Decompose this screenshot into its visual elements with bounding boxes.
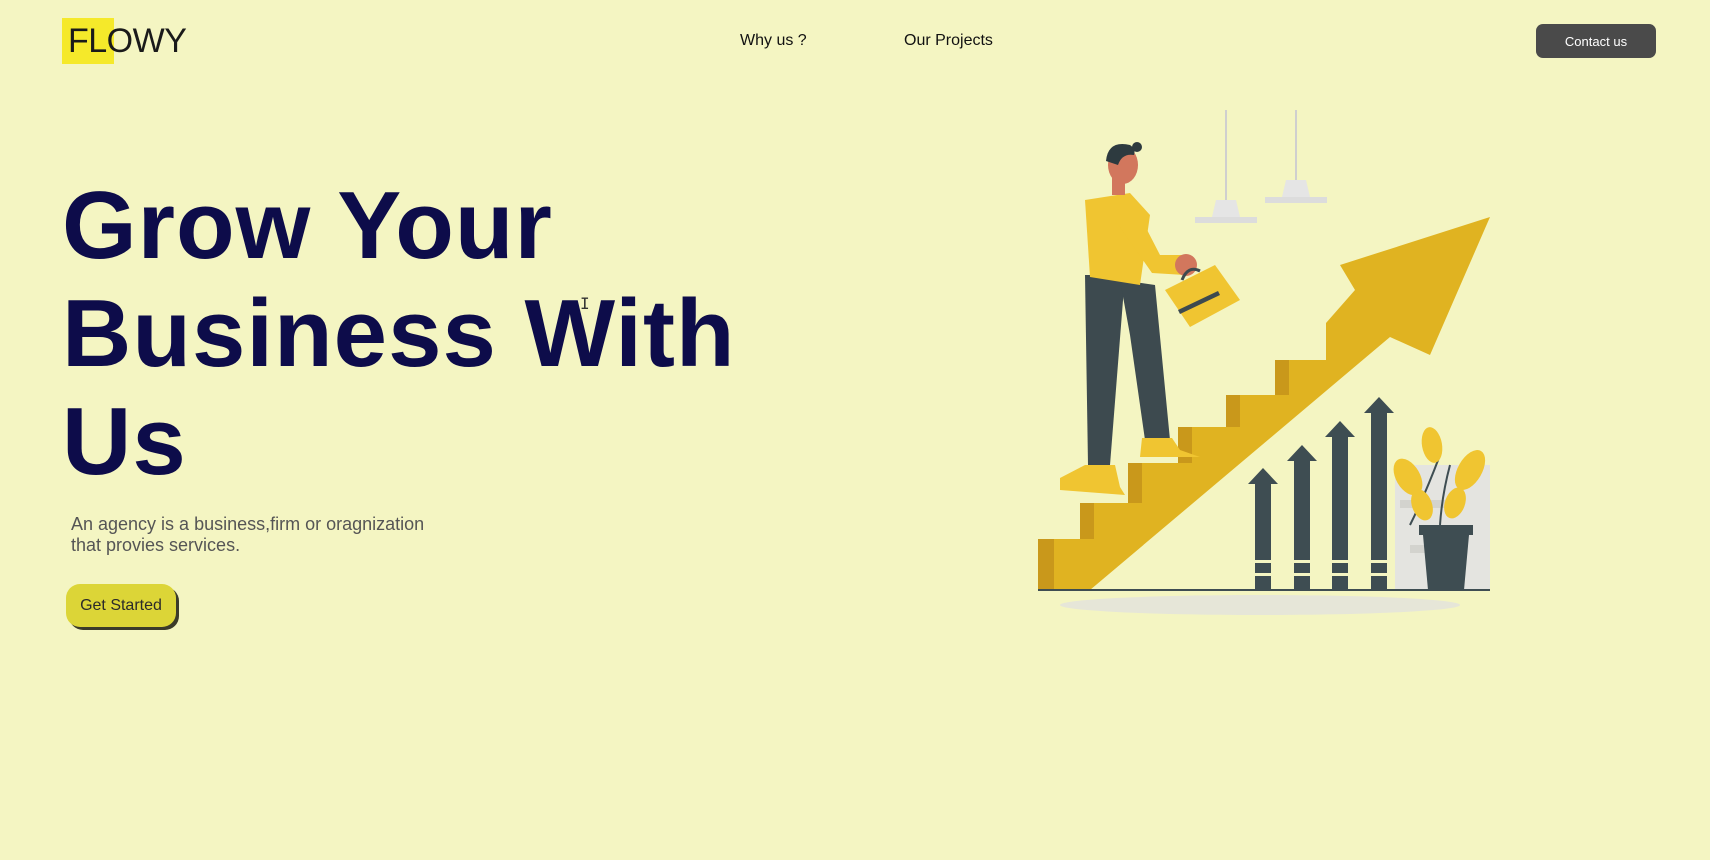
hero-description: An agency is a business,firm or oragniza…	[71, 514, 431, 556]
business-growth-illustration	[1038, 110, 1490, 615]
main-nav: Why us ? Our Projects	[0, 28, 1710, 54]
hero-description-line: that provies services.	[71, 535, 241, 555]
hero-title-line: Business With	[62, 280, 736, 387]
get-started-button[interactable]: Get Started	[66, 584, 176, 627]
nav-our-projects[interactable]: Our Projects	[904, 28, 993, 54]
hero-description-line: An agency is a business,firm or oragniza…	[71, 514, 425, 534]
floor-shadow	[1060, 595, 1460, 615]
landing-page: FLOWY Why us ? Our Projects Contact us G…	[0, 0, 1710, 860]
hero-title: Grow Your Business With Us	[62, 172, 782, 496]
lamp-icon	[1282, 180, 1310, 197]
hero-title-line: Grow Your	[62, 172, 553, 279]
hero-title-line: Us	[62, 388, 187, 495]
lamp-icon	[1212, 200, 1240, 217]
text-cursor-icon: I	[580, 294, 590, 313]
contact-us-button[interactable]: Contact us	[1536, 24, 1656, 58]
nav-why-us[interactable]: Why us ?	[740, 28, 807, 54]
